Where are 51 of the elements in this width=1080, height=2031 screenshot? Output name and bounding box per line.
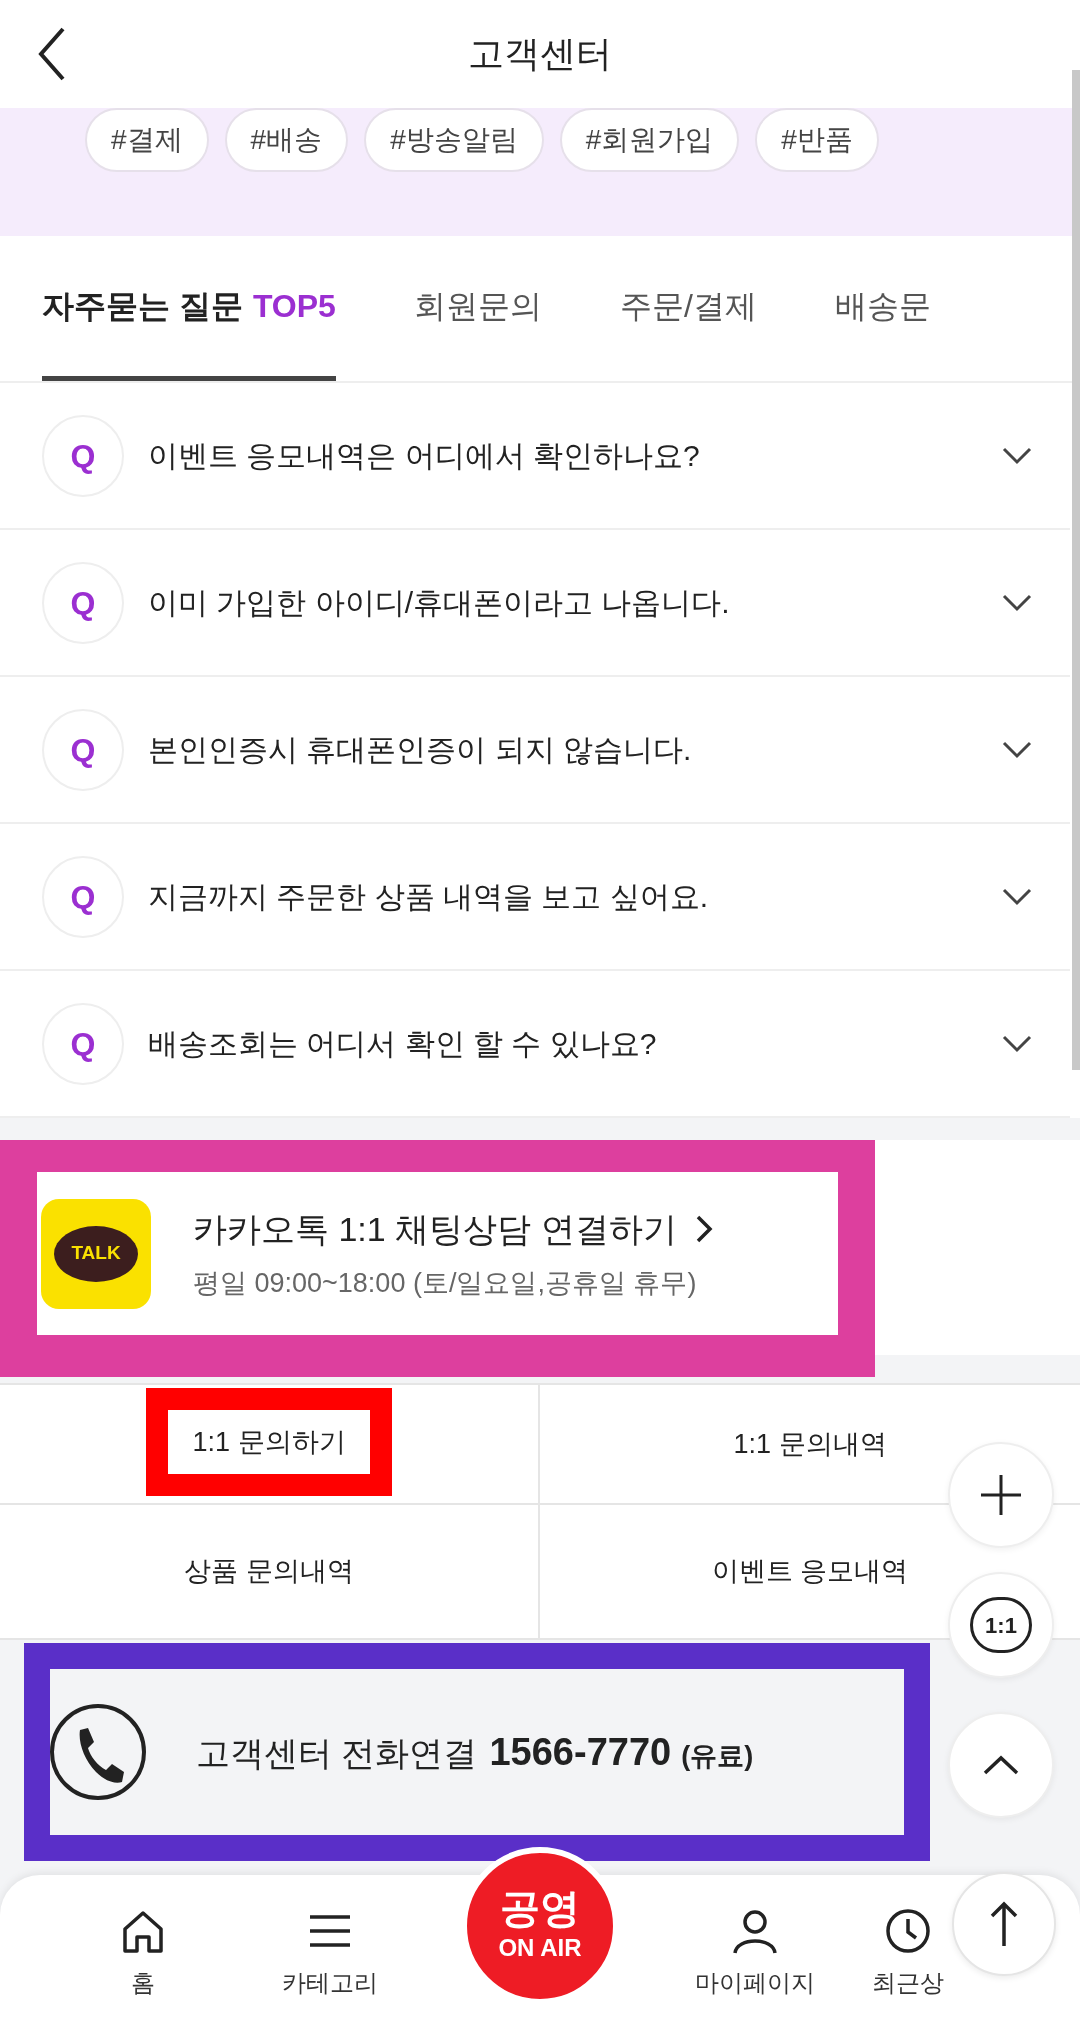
chat-button[interactable]: 1:1 [948, 1572, 1054, 1678]
q-badge: Q [42, 708, 124, 791]
inquiry-link[interactable]: 상품 문의내역 [184, 1547, 354, 1596]
kakao-hours: 평일 09:00~18:00 (토/일요일,공휴일 휴무) [193, 1266, 698, 1300]
tab[interactable]: 배송문 [834, 236, 931, 381]
faq-question: 이벤트 응모내역은 어디에서 확인하나요? [148, 438, 701, 474]
live-label: 공영 [500, 1886, 580, 1930]
kakao-chat-button[interactable]: TALK 카카오톡 1:1 채팅상담 연결하기 평일 09:00~18:00 (토/일요일,공휴일 휴무) [0, 1140, 875, 1377]
q-badge: Q [42, 561, 124, 644]
hashtag-chip[interactable]: #결제 [85, 108, 209, 172]
inquiry-link[interactable]: 이벤트 응모내역 [711, 1547, 909, 1596]
caret-up-icon [983, 1755, 1019, 1775]
kakao-chat-title: 카카오톡 1:1 채팅상담 연결하기 [193, 1208, 677, 1250]
chat-bubble-label: 1:1 [970, 1597, 1032, 1653]
faq-row[interactable]: Q 이벤트 응모내역은 어디에서 확인하나요? [0, 383, 1070, 530]
q-badge: Q [42, 855, 124, 938]
faq-question: 이미 가입한 아이디/휴대폰이라고 나옵니다. [148, 585, 731, 621]
hashtag-chip[interactable]: #회원가입 [559, 108, 740, 172]
faq-row[interactable]: Q 이미 가입한 아이디/휴대폰이라고 나옵니다. [0, 530, 1070, 677]
faq-row[interactable]: Q 지금까지 주문한 상품 내역을 보고 싶어요. [0, 824, 1070, 971]
nav-item[interactable]: 최근상 [872, 1907, 944, 2001]
faq-row[interactable]: Q 본인인증시 휴대폰인증이 되지 않습니다. [0, 677, 1070, 824]
hashtag-chip[interactable]: #배송 [224, 108, 349, 172]
paid-note: (유료) [681, 1739, 754, 1773]
faq-question: 지금까지 주문한 상품 내역을 보고 싶어요. [148, 879, 709, 915]
hashtag-chip[interactable]: #방송알림 [364, 108, 544, 172]
tab[interactable]: 주문/결제 [619, 236, 757, 381]
faq-question: 배송조회는 어디서 확인 할 수 있나요? [148, 1026, 658, 1062]
q-badge: Q [42, 414, 124, 497]
plus-icon [980, 1474, 1022, 1516]
arrow-up-icon [989, 1900, 1019, 1948]
nav-item[interactable]: 마이페이지 [695, 1907, 815, 2001]
inquiry-link[interactable]: 1:1 문의하기 [146, 1387, 392, 1497]
faq-question: 본인인증시 휴대폰인증이 되지 않습니다. [148, 732, 693, 768]
nav-item[interactable]: 홈 [119, 1907, 167, 2001]
phone-call-button[interactable]: 고객센터 전화연결 1566-7770 (유료) [24, 1643, 930, 1861]
phone-label: 고객센터 전화연결 [196, 1732, 478, 1774]
nav-item[interactable]: 카테고리 [282, 1907, 378, 2001]
phone-number: 1566-7770 [489, 1729, 672, 1775]
hashtag-chip[interactable]: #반품 [755, 108, 879, 172]
chevron-right-icon [694, 1214, 713, 1245]
talk-label: TALK [54, 1225, 138, 1282]
on-air-label: ON AIR [498, 1933, 582, 1963]
tab[interactable]: 자주묻는 질문 TOP5 [42, 236, 336, 381]
person-icon [731, 1907, 779, 1955]
q-badge: Q [42, 1002, 124, 1085]
tab[interactable]: 회원문의 [413, 236, 542, 381]
inquiry-link[interactable]: 1:1 문의내역 [733, 1419, 887, 1469]
back-icon [37, 26, 67, 82]
page-title: 고객센터 [467, 32, 613, 76]
clock-icon [884, 1907, 932, 1955]
